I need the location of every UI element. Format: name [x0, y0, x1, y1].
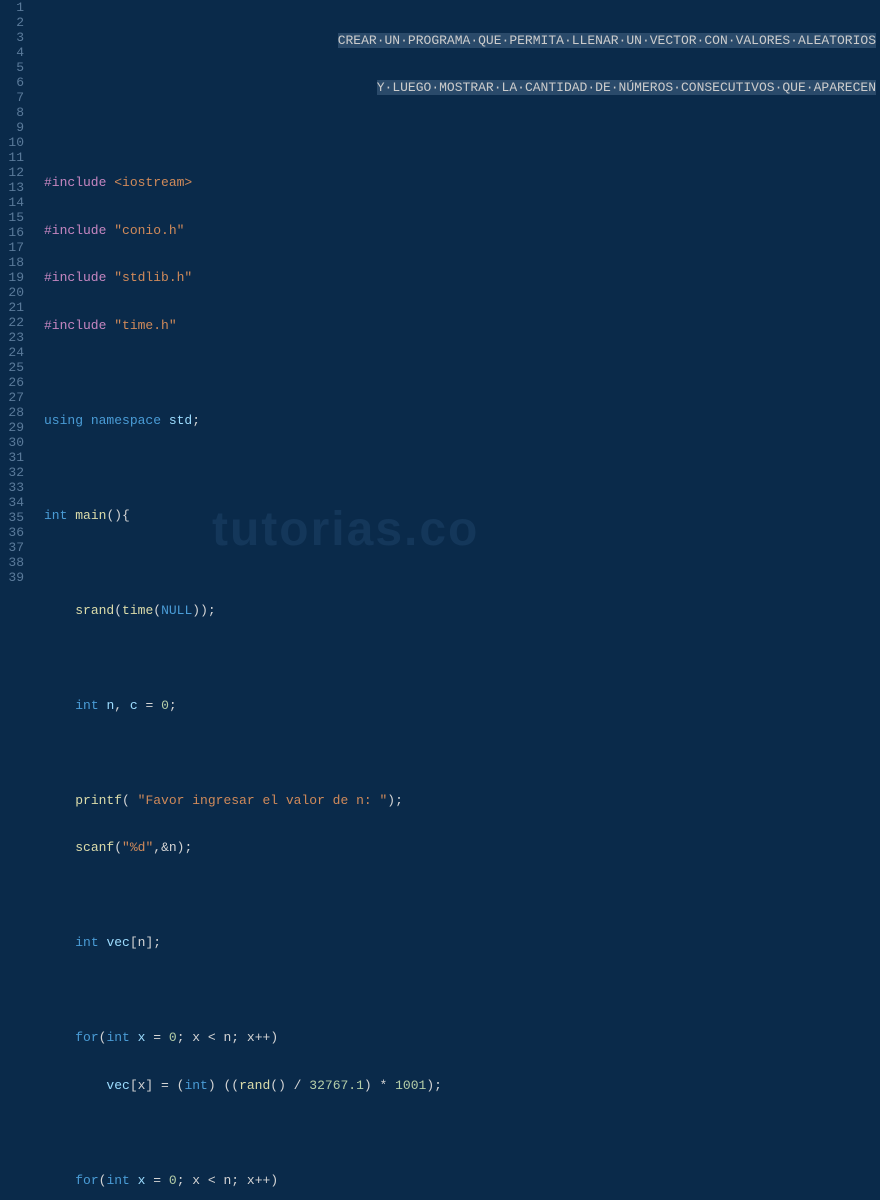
line-number: 30 — [0, 435, 24, 450]
code-line[interactable]: srand(time(NULL)); — [44, 603, 880, 618]
code-line[interactable]: #include "time.h" — [44, 318, 880, 333]
code-area[interactable]: CREAR·UN·PROGRAMA·QUE·PERMITA·LLENAR·UN·… — [32, 0, 880, 600]
line-number: 17 — [0, 240, 24, 255]
code-line[interactable]: int main(){ — [44, 508, 880, 523]
code-line[interactable] — [44, 128, 880, 143]
code-line[interactable]: int n, c = 0; — [44, 698, 880, 713]
selected-text: CREAR·UN·PROGRAMA·QUE·PERMITA·LLENAR·UN·… — [338, 33, 876, 48]
line-number: 12 — [0, 165, 24, 180]
line-number: 11 — [0, 150, 24, 165]
code-line[interactable]: scanf("%d",&n); — [44, 840, 880, 855]
line-number: 37 — [0, 540, 24, 555]
code-line[interactable]: #include <iostream> — [44, 175, 880, 190]
code-line[interactable] — [44, 460, 880, 475]
line-number: 4 — [0, 45, 24, 60]
line-number: 34 — [0, 495, 24, 510]
code-line[interactable]: for(int x = 0; x < n; x++) — [44, 1030, 880, 1045]
line-number: 21 — [0, 300, 24, 315]
line-number: 1 — [0, 0, 24, 15]
selected-text: Y·LUEGO·MOSTRAR·LA·CANTIDAD·DE·NÚMEROS·C… — [377, 80, 876, 95]
code-line[interactable] — [44, 650, 880, 665]
line-number: 13 — [0, 180, 24, 195]
line-number: 26 — [0, 375, 24, 390]
code-line[interactable] — [44, 1125, 880, 1140]
line-number: 2 — [0, 15, 24, 30]
line-number: 7 — [0, 90, 24, 105]
line-number: 16 — [0, 225, 24, 240]
code-line[interactable] — [44, 983, 880, 998]
code-line[interactable]: CREAR·UN·PROGRAMA·QUE·PERMITA·LLENAR·UN·… — [44, 33, 880, 48]
code-line[interactable]: vec[x] = (int) ((rand() / 32767.1) * 100… — [44, 1078, 880, 1093]
line-number: 29 — [0, 420, 24, 435]
line-number: 23 — [0, 330, 24, 345]
line-number: 15 — [0, 210, 24, 225]
line-number: 28 — [0, 405, 24, 420]
line-number: 9 — [0, 120, 24, 135]
line-number: 19 — [0, 270, 24, 285]
line-number: 14 — [0, 195, 24, 210]
line-number: 8 — [0, 105, 24, 120]
line-number: 32 — [0, 465, 24, 480]
line-number: 38 — [0, 555, 24, 570]
code-line[interactable] — [44, 888, 880, 903]
line-number: 20 — [0, 285, 24, 300]
line-number: 6 — [0, 75, 24, 90]
code-line[interactable] — [44, 365, 880, 380]
code-editor[interactable]: 1234567891011121314151617181920212223242… — [0, 0, 880, 600]
line-number: 18 — [0, 255, 24, 270]
code-line[interactable]: using namespace std; — [44, 413, 880, 428]
line-number: 39 — [0, 570, 24, 585]
code-line[interactable]: printf( "Favor ingresar el valor de n: "… — [44, 793, 880, 808]
line-number-gutter: 1234567891011121314151617181920212223242… — [0, 0, 32, 600]
code-line[interactable]: Y·LUEGO·MOSTRAR·LA·CANTIDAD·DE·NÚMEROS·C… — [44, 80, 880, 95]
code-line[interactable]: int vec[n]; — [44, 935, 880, 950]
code-line[interactable]: #include "stdlib.h" — [44, 270, 880, 285]
line-number: 33 — [0, 480, 24, 495]
line-number: 27 — [0, 390, 24, 405]
line-number: 22 — [0, 315, 24, 330]
line-number: 31 — [0, 450, 24, 465]
line-number: 36 — [0, 525, 24, 540]
line-number: 3 — [0, 30, 24, 45]
line-number: 35 — [0, 510, 24, 525]
line-number: 24 — [0, 345, 24, 360]
line-number: 5 — [0, 60, 24, 75]
code-line[interactable] — [44, 555, 880, 570]
code-line[interactable]: #include "conio.h" — [44, 223, 880, 238]
code-line[interactable]: for(int x = 0; x < n; x++) — [44, 1173, 880, 1188]
line-number: 25 — [0, 360, 24, 375]
code-line[interactable] — [44, 745, 880, 760]
line-number: 10 — [0, 135, 24, 150]
